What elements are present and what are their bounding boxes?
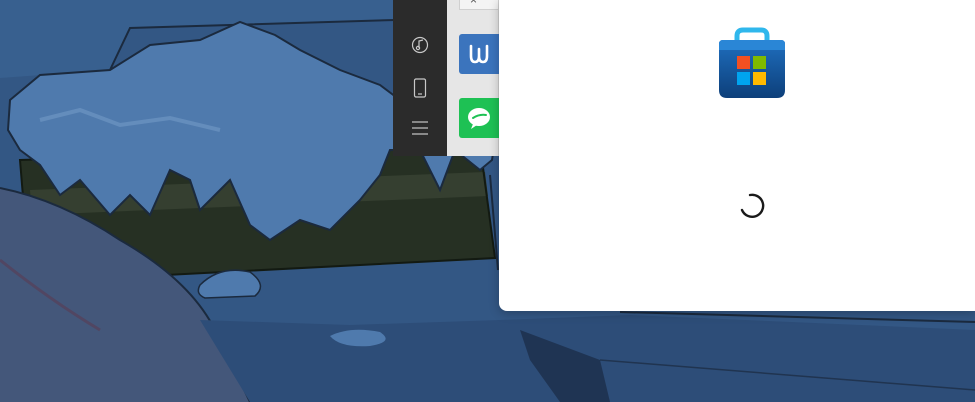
launcher-app-list: × xyxy=(447,0,501,156)
app-launcher-panel: × xyxy=(393,0,501,156)
w-app-icon[interactable] xyxy=(459,34,501,74)
launcher-sidebar xyxy=(393,0,447,156)
music-note-icon[interactable] xyxy=(410,35,430,55)
loading-spinner-icon xyxy=(740,193,765,218)
microsoft-store-icon xyxy=(719,27,785,98)
store-splash-window xyxy=(499,0,975,311)
phone-icon[interactable] xyxy=(410,78,430,98)
close-button[interactable]: × xyxy=(459,0,499,10)
menu-icon[interactable] xyxy=(410,118,430,138)
wechat-icon[interactable] xyxy=(459,98,501,138)
close-icon: × xyxy=(470,0,478,7)
